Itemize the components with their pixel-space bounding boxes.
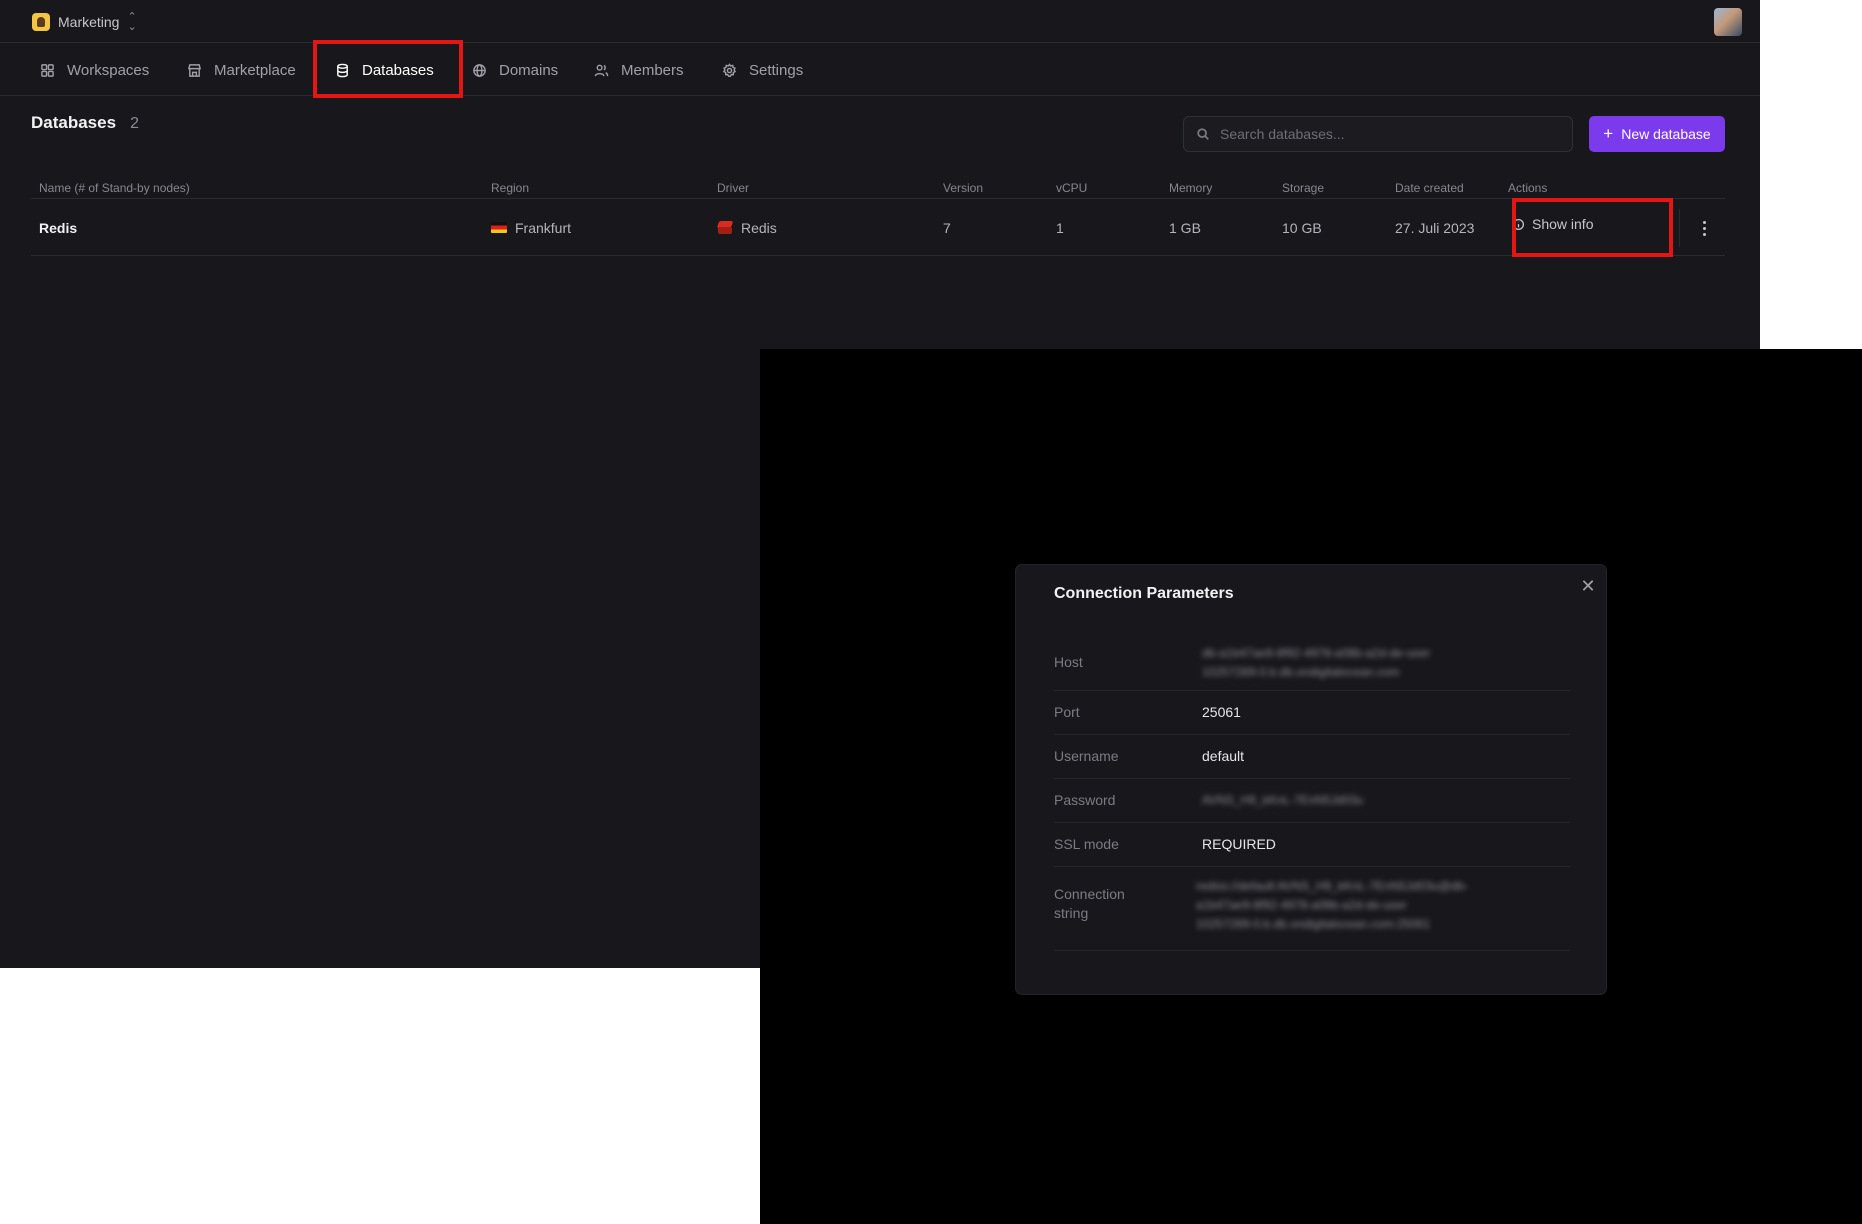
column-header-name: Name (# of Stand-by nodes) [39, 181, 190, 195]
cell-storage: 10 GB [1282, 219, 1322, 236]
page-title: Databases [31, 113, 117, 132]
nav-item-label: Members [621, 61, 684, 79]
column-header-actions: Actions [1508, 181, 1548, 195]
nav-item-members[interactable]: Members [594, 44, 684, 96]
region-label: Frankfurt [515, 219, 572, 236]
param-label: Host [1054, 654, 1083, 670]
cell-version: 7 [943, 219, 951, 236]
avatar[interactable] [1714, 8, 1742, 36]
grid-icon [41, 63, 54, 77]
stage: Marketing ⌃ ⌄ Workspaces Marketplace Data… [0, 0, 1862, 1224]
param-label: Password [1054, 792, 1116, 808]
dialog-title: Connection Parameters [1054, 585, 1234, 602]
modal-backdrop: Connection Parameters ✕ Host db-a1b47ae9… [760, 349, 1862, 1224]
column-header-vcpu: vCPU [1056, 181, 1088, 195]
main-nav: Workspaces Marketplace Databases Domains… [0, 40, 1760, 98]
param-row-ssl-mode: SSL mode REQUIRED [1054, 823, 1570, 867]
new-database-label: New database [1621, 126, 1711, 142]
nav-item-settings[interactable]: Settings [722, 44, 803, 96]
param-value-line: db-a1b47ae9-8f92-4978-a08b-a2d-de-user [1202, 646, 1431, 660]
search-input[interactable] [1220, 126, 1550, 142]
param-value-line: rediss://default:AVNS_H9_kKnL-7EnN5Jd03u… [1196, 879, 1469, 893]
plus-icon: + [1603, 124, 1614, 143]
cell-region: Frankfurt [491, 199, 571, 256]
param-value[interactable]: AVNS_H9_kKnL-7EnN5Jd03u [1202, 791, 1363, 810]
new-database-button[interactable]: + New database [1589, 116, 1725, 152]
show-info-button[interactable]: Show info [1512, 216, 1593, 232]
column-header-version: Version [943, 181, 984, 195]
cell-name[interactable]: Redis [39, 199, 77, 256]
database-count: 2 [130, 115, 139, 132]
param-row-username: Username default [1054, 735, 1570, 779]
nav-item-domains[interactable]: Domains [472, 44, 558, 96]
nav-item-marketplace[interactable]: Marketplace [187, 44, 296, 96]
param-value-line: a1b47ae9-8f92-4978-a08b-a2d-de-user [1196, 898, 1407, 912]
info-icon [1512, 218, 1525, 230]
show-info-label: Show info [1532, 216, 1594, 232]
divider [1679, 209, 1680, 247]
nav-item-databases[interactable]: Databases [335, 44, 434, 96]
nav-item-label: Marketplace [214, 61, 296, 79]
database-icon [337, 63, 348, 77]
nav-item-label: Workspaces [67, 61, 150, 79]
org-logo-icon [32, 13, 50, 31]
redis-logo-icon [717, 221, 733, 234]
nav-item-label: Databases [362, 61, 434, 79]
germany-flag-icon [491, 222, 507, 233]
param-label: Port [1054, 704, 1080, 720]
column-header-memory: Memory [1169, 181, 1213, 195]
users-icon [594, 64, 609, 76]
nav-item-workspaces[interactable]: Workspaces [40, 44, 149, 96]
param-value[interactable]: 25061 [1202, 703, 1241, 722]
cell-driver: Redis [717, 199, 777, 256]
gear-icon [722, 62, 737, 77]
param-value[interactable]: default [1202, 747, 1244, 766]
column-header-storage: Storage [1282, 181, 1325, 195]
page-header: Databases 2 [31, 113, 139, 133]
search-icon [1197, 128, 1209, 140]
column-header-region: Region [491, 181, 530, 195]
nav-item-label: Settings [749, 61, 804, 79]
driver-label: Redis [741, 219, 777, 236]
column-header-date-created: Date created [1395, 181, 1464, 195]
cell-memory: 1 GB [1169, 219, 1201, 236]
param-label: Username [1054, 748, 1119, 764]
param-value[interactable]: REQUIRED [1202, 835, 1276, 854]
globe-icon [473, 63, 486, 77]
more-options-icon[interactable] [1691, 213, 1717, 243]
store-icon [187, 63, 202, 77]
chevron-up-down-icon: ⌃ ⌄ [127, 11, 137, 33]
param-row-host: Host db-a1b47ae9-8f92-4978-a08b-a2d-de-u… [1054, 634, 1570, 691]
table-header: Name (# of Stand-by nodes) Region Driver… [31, 178, 1725, 199]
param-row-port: Port 25061 [1054, 691, 1570, 735]
param-row-password: Password AVNS_H9_kKnL-7EnN5Jd03u [1054, 779, 1570, 823]
org-switcher[interactable]: Marketing ⌃ ⌄ [32, 11, 137, 33]
param-label: SSL mode [1054, 836, 1119, 852]
org-name: Marketing [58, 14, 120, 30]
cell-vcpu: 1 [1056, 219, 1064, 236]
column-header-driver: Driver [717, 181, 749, 195]
param-value-line: 10257289-0.b.db.ondigitalocean.com [1202, 665, 1400, 679]
param-row-connection-string: Connection string rediss://default:AVNS_… [1054, 867, 1570, 951]
connection-parameters-dialog: Connection Parameters ✕ Host db-a1b47ae9… [1015, 564, 1607, 995]
search-box [1183, 116, 1573, 152]
cell-date-created: 27. Juli 2023 [1395, 219, 1475, 236]
param-value-line: 10257289-0.b.db.ondigitalocean.com:25061 [1196, 917, 1431, 931]
table-row[interactable]: Redis Frankfurt Redis 7 1 1 GB 10 GB 27.… [31, 198, 1725, 257]
close-icon[interactable]: ✕ [1579, 577, 1597, 595]
param-label: Connection string [1054, 886, 1125, 921]
databases-table: Name (# of Stand-by nodes) Region Driver… [31, 178, 1725, 257]
nav-item-label: Domains [499, 61, 559, 79]
top-bar: Marketing ⌃ ⌄ [0, 0, 1760, 43]
